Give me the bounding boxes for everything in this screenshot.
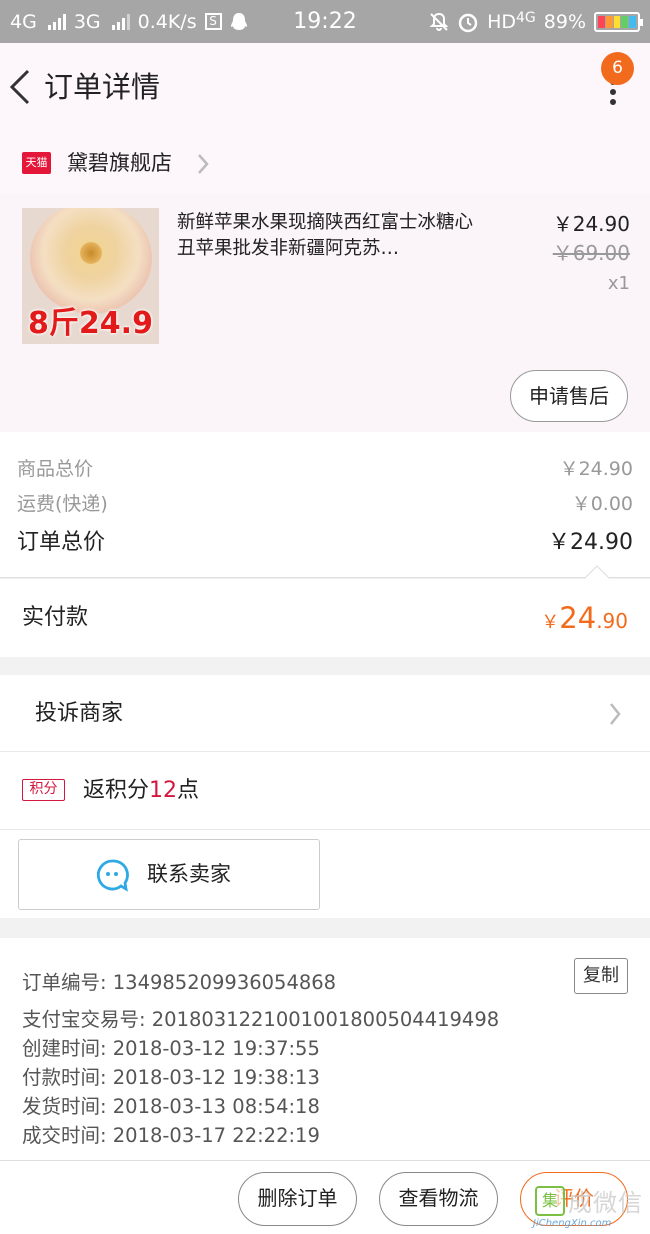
watermark-url: JiChengXin.com [533,1218,612,1229]
nav-header: 订单详情 6 [0,43,650,132]
actual-payment-row: 实付款 ￥24.90 [0,579,650,657]
points-suffix: 点 [177,778,200,803]
contact-seller-label: 联系卖家 [147,862,231,886]
page-title: 订单详情 [44,70,161,104]
product-original-price: ￥69.00 [552,241,630,265]
shop-row[interactable]: 天猫 黛碧旗舰店 [0,132,650,194]
copy-button[interactable]: 复制 [574,958,628,994]
alipay-trade-number: 支付宝交易号: 2018031221001001800504419498 [22,1008,500,1031]
shop-name: 黛碧旗舰店 [67,151,172,175]
contact-area: 联系卖家 [0,830,650,918]
price-summary: 商品总价 ￥24.90 运费(快递) ￥0.00 订单总价 ￥24.90 [0,432,650,578]
goods-total-label: 商品总价 [17,458,94,480]
battery-percent: 89% [543,10,586,33]
paid-time: 付款时间: 2018-03-12 19:38:13 [22,1066,320,1089]
currency-symbol: ￥ [541,612,560,633]
watermark-logo-icon: 集 [535,1186,565,1216]
order-total-label: 订单总价 [17,530,106,555]
completed-time: 成交时间: 2018-03-17 22:22:19 [22,1124,320,1147]
order-product-card: 天猫 黛碧旗舰店 8斤24.9 新鲜苹果水果现摘陕西红富士冰糖心丑苹果批发非新疆… [0,132,650,432]
alarm-clock-icon [458,13,478,32]
payment-decimal: .90 [596,609,628,633]
tmall-icon: 天猫 [22,152,51,174]
complain-merchant-row[interactable]: 投诉商家 [0,675,650,752]
shipped-time: 发货时间: 2018-03-13 08:54:18 [22,1095,320,1118]
product-price: ￥24.90 [552,212,630,236]
complain-merchant-label: 投诉商家 [35,701,124,726]
delete-order-button[interactable]: 删除订单 [238,1172,357,1226]
order-total-row: 订单总价 ￥24.90 [17,524,633,556]
network-4g-label-2: 4G [516,9,536,26]
hd-label: HD [487,10,516,33]
apple-core-image [80,242,102,264]
contact-seller-button[interactable]: 联系卖家 [18,839,320,910]
payment-integer: 24 [559,601,597,635]
points-tag: 积分 [22,779,65,801]
price-column: ￥24.90 ￥69.00 x1 [553,210,630,300]
product-title[interactable]: 新鲜苹果水果现摘陕西红富士冰糖心丑苹果批发非新疆阿克苏… [177,210,487,262]
battery-icon [594,11,643,32]
actual-payment-value: ￥24.90 [541,579,628,662]
watermark-text: 成微信 [568,1189,643,1217]
product-image[interactable]: 8斤24.9 [22,208,159,344]
chat-bubble-icon [97,859,129,892]
mute-bell-icon [429,12,449,31]
message-count-badge: 6 [601,52,634,85]
points-text: 返积分12点 [83,752,199,830]
order-info: 订单编号: 134985209936054868 复制 支付宝交易号: 2018… [0,938,650,1160]
back-arrow-icon[interactable] [6,67,36,107]
status-right: HD 4G 89% [429,0,643,43]
product-quantity: x1 [607,273,630,294]
points-prefix: 返积分 [83,778,150,803]
product-image-label: 8斤24.9 [28,306,153,341]
points-count: 12 [149,778,178,803]
goods-total-value: ￥24.90 [559,458,633,480]
actual-payment-label: 实付款 [22,605,89,630]
shipping-label: 运费(快递) [17,493,108,515]
order-total-value: ￥24.90 [548,530,633,555]
chevron-right-icon [610,703,621,725]
shipping-value: ￥0.00 [571,493,633,515]
chevron-right-icon [198,154,209,174]
apply-after-sale-button[interactable]: 申请售后 [510,370,628,422]
points-row: 积分 返积分12点 [0,752,650,830]
created-time: 创建时间: 2018-03-12 19:37:55 [22,1037,320,1060]
view-logistics-button[interactable]: 查看物流 [379,1172,498,1226]
goods-total-row: 商品总价 ￥24.90 [17,454,633,481]
order-number: 订单编号: 134985209936054868 [22,971,337,994]
shipping-row: 运费(快递) ￥0.00 [17,489,633,516]
status-bar: 4G 3G 0.4K/s S 19:22 HD 4G 89% [0,0,650,43]
